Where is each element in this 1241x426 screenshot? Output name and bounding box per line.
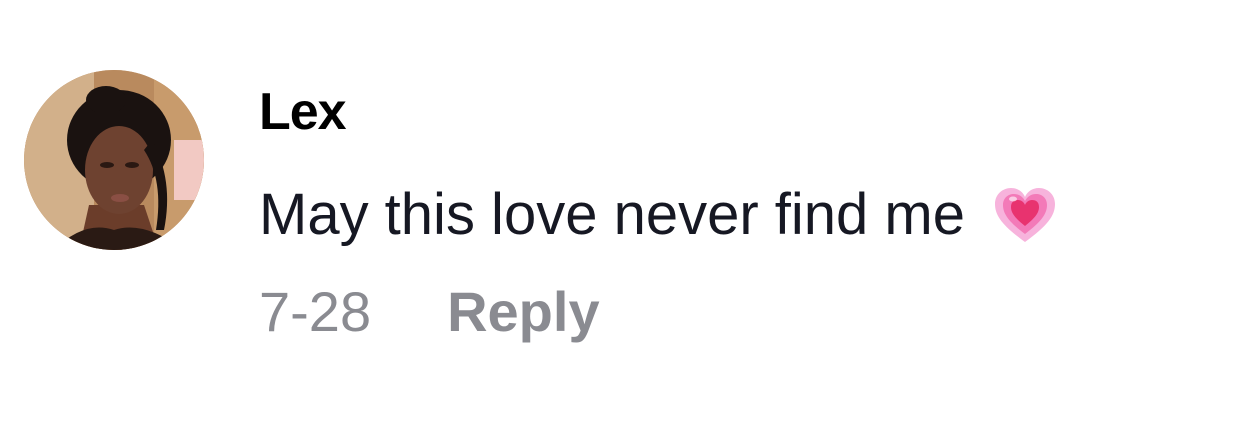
comment-body: May this love never find me (259, 182, 1057, 248)
comment-item: Lex May this love never find me 7-28 Rep… (0, 0, 1241, 426)
username[interactable]: Lex (259, 86, 347, 138)
comment-text: May this love never find me (259, 182, 965, 247)
reply-button[interactable]: Reply (447, 284, 600, 340)
avatar-image (24, 70, 204, 250)
comment-date: 7-28 (259, 280, 372, 343)
comment-meta: 7-28 Reply (259, 284, 600, 340)
avatar[interactable] (24, 70, 204, 250)
growing-heart-icon (993, 186, 1057, 244)
